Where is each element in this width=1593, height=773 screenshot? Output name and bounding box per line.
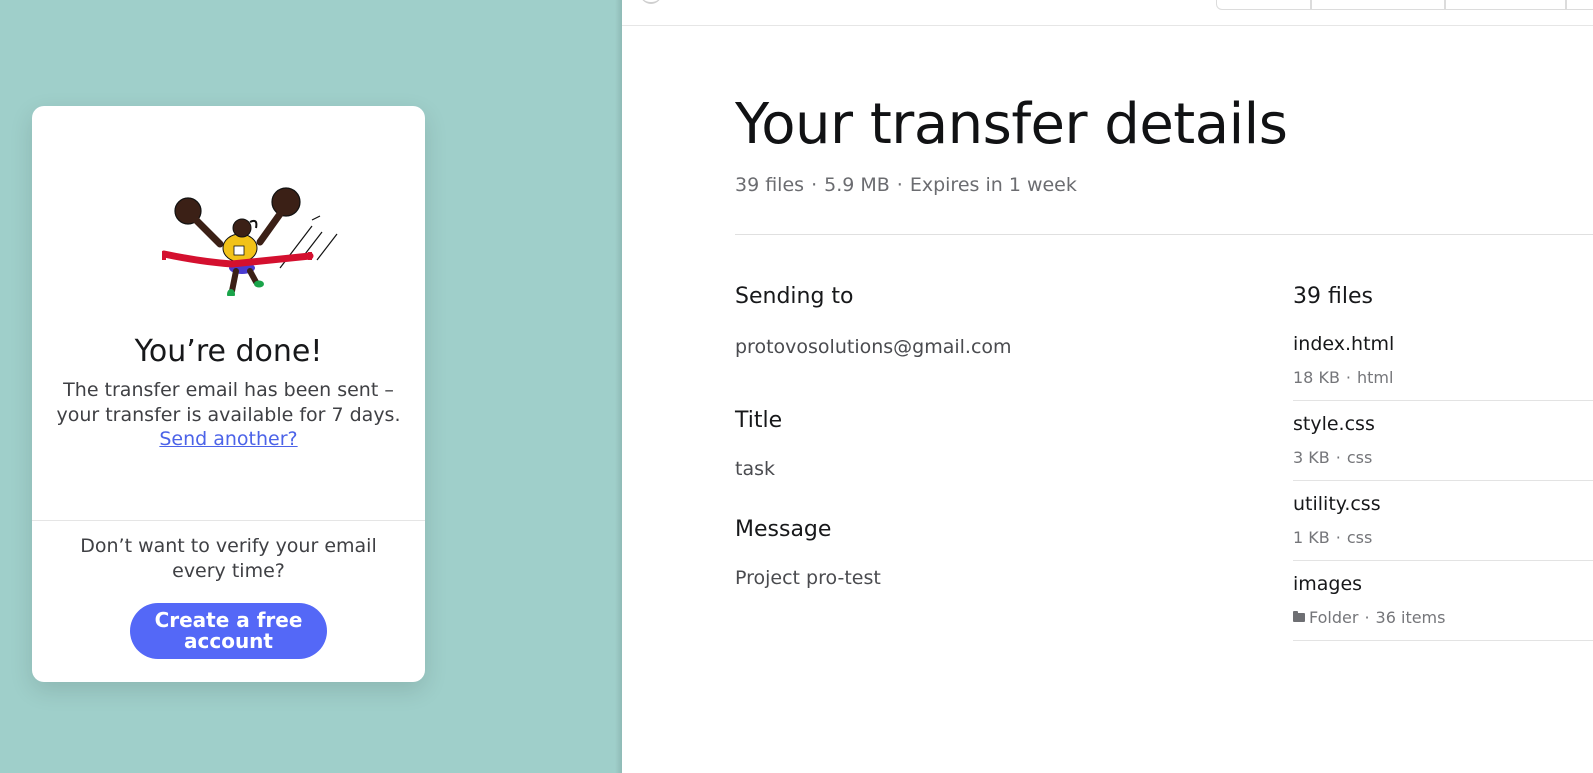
file-count: 39 files <box>735 174 805 196</box>
left-panel: You’re done! The transfer email has been… <box>0 0 622 773</box>
file-name: style.css <box>1293 413 1375 435</box>
file-size: 18 KB <box>1293 368 1340 387</box>
top-nav-tab[interactable] <box>1566 0 1593 10</box>
file-item[interactable]: index.html 18 KB · html <box>1293 321 1593 401</box>
transfer-complete-card: You’re done! The transfer email has been… <box>32 106 425 682</box>
meta-separator: · <box>896 174 903 196</box>
file-size: 3 KB <box>1293 448 1330 467</box>
done-title: You’re done! <box>134 334 323 369</box>
meta-separator: · <box>811 174 818 196</box>
file-size: 1 KB <box>1293 528 1330 547</box>
avatar-edge <box>640 0 662 4</box>
expiry-text: Expires in 1 week <box>909 174 1077 196</box>
files-heading: 39 files <box>1293 284 1373 309</box>
folder-meta: Folder · 36 items <box>1293 608 1445 627</box>
transfer-size: 5.9 MB <box>824 174 890 196</box>
file-item[interactable]: style.css 3 KB · css <box>1293 401 1593 481</box>
file-type: html <box>1357 368 1394 387</box>
file-name: utility.css <box>1293 493 1381 515</box>
file-type: css <box>1346 448 1373 467</box>
transfer-meta: 39 files · 5.9 MB · Expires in 1 week <box>735 174 1077 196</box>
card-divider <box>32 520 425 521</box>
transfer-sent-message: The transfer email has been sent – your … <box>56 379 401 426</box>
message-heading: Message <box>735 517 832 542</box>
message-value: Project pro-test <box>735 567 881 589</box>
file-list: index.html 18 KB · html style.css 3 KB · css… <box>1293 321 1593 641</box>
meta-separator: · <box>1335 528 1341 547</box>
send-another-wrapper: Send another? <box>32 428 425 450</box>
top-nav-tab[interactable] <box>1216 0 1311 10</box>
top-nav-tabs <box>1216 0 1593 10</box>
panel-shadow <box>615 0 622 773</box>
file-item[interactable]: utility.css 1 KB · css <box>1293 481 1593 561</box>
title-heading: Title <box>735 408 783 433</box>
folder-label: Folder <box>1309 608 1359 627</box>
folder-item[interactable]: images Folder · 36 items <box>1293 561 1593 641</box>
header-divider <box>622 25 1593 26</box>
sending-to-heading: Sending to <box>735 284 854 309</box>
finish-line-runner-illustration <box>162 187 338 296</box>
transfer-details-panel: Your transfer details 39 files · 5.9 MB · Ex… <box>622 0 1593 773</box>
file-meta: 1 KB · css <box>1293 528 1372 547</box>
file-meta: 3 KB · css <box>1293 448 1372 467</box>
page-title: Your transfer details <box>735 92 1288 157</box>
title-divider <box>735 234 1593 235</box>
top-nav-tab[interactable] <box>1311 0 1445 10</box>
meta-separator: · <box>1364 608 1370 627</box>
transfer-title-value: task <box>735 458 775 480</box>
file-type: css <box>1346 528 1373 547</box>
verify-email-prompt: Don’t want to verify your email every ti… <box>80 535 377 582</box>
folder-item-count: 36 items <box>1375 608 1446 627</box>
folder-icon <box>1293 611 1305 622</box>
top-nav-tab[interactable] <box>1445 0 1566 10</box>
file-meta: 18 KB · html <box>1293 368 1393 387</box>
file-name: index.html <box>1293 333 1395 355</box>
meta-separator: · <box>1335 448 1341 467</box>
send-another-link[interactable]: Send another? <box>159 428 297 450</box>
create-free-account-button[interactable]: Create a free account <box>130 603 327 659</box>
folder-name: images <box>1293 573 1363 595</box>
recipient-email: protovosolutions@gmail.com <box>735 336 1012 358</box>
meta-separator: · <box>1345 368 1352 387</box>
